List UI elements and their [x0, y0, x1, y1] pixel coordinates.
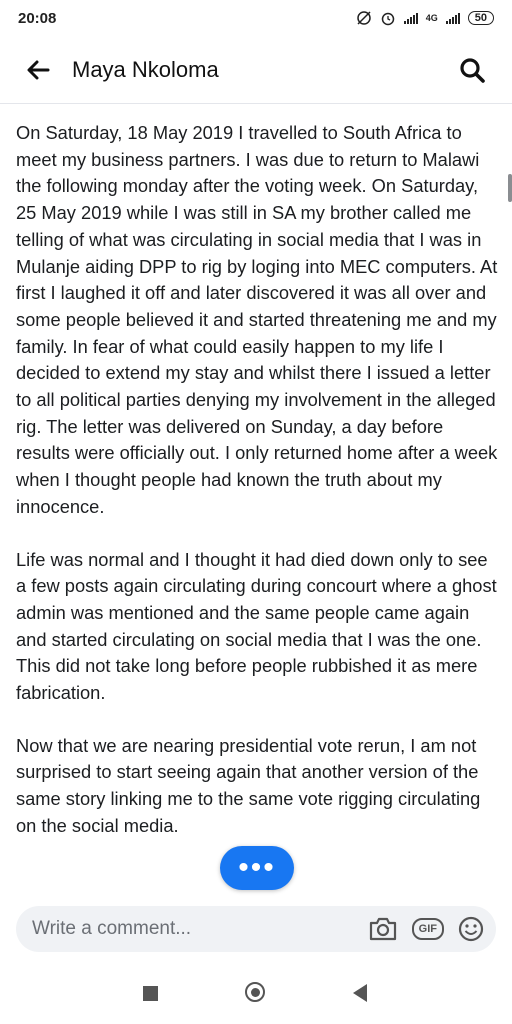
post-paragraph: Life was normal and I thought it had die…: [16, 548, 497, 704]
post-body: On Saturday, 18 May 2019 I travelled to …: [16, 120, 500, 902]
alarm-icon: [381, 12, 394, 26]
battery-indicator: 50: [467, 11, 494, 25]
status-time: 20:08: [18, 9, 57, 27]
back-icon[interactable]: [353, 984, 367, 1002]
back-arrow-icon: [27, 60, 50, 79]
camera-icon[interactable]: [368, 916, 398, 942]
status-bar: 20:08 4G 50: [0, 0, 512, 36]
network-type: 4G: [425, 13, 438, 23]
comment-placeholder: Write a comment...: [32, 918, 192, 939]
emoji-icon[interactable]: [458, 916, 484, 942]
more-options-button[interactable]: •••: [220, 846, 294, 890]
page-title: Maya Nkoloma: [72, 56, 219, 82]
signal-icon: [403, 12, 418, 24]
comment-bar: Write a comment... GIF: [0, 900, 512, 958]
scrollbar-thumb[interactable]: [508, 174, 512, 202]
gif-icon[interactable]: GIF: [411, 918, 444, 940]
comment-input[interactable]: Write a comment... GIF: [16, 906, 496, 952]
recents-icon[interactable]: [143, 986, 158, 1001]
search-button[interactable]: [452, 50, 492, 90]
system-nav-bar: [0, 964, 512, 1024]
comment-icons: GIF: [368, 916, 484, 942]
search-icon: [460, 58, 485, 83]
back-button[interactable]: [18, 50, 58, 90]
no-alarm-icon: [356, 11, 371, 25]
app-header: Maya Nkoloma: [0, 36, 512, 104]
more-dots-icon: •••: [238, 851, 276, 884]
post-paragraph: Now that we are nearing presidential vot…: [16, 734, 481, 836]
post-paragraph: On Saturday, 18 May 2019 I travelled to …: [16, 122, 498, 517]
status-icons: 4G 50: [356, 10, 494, 26]
signal-icon-2: [445, 12, 460, 24]
home-icon[interactable]: [245, 982, 265, 1002]
